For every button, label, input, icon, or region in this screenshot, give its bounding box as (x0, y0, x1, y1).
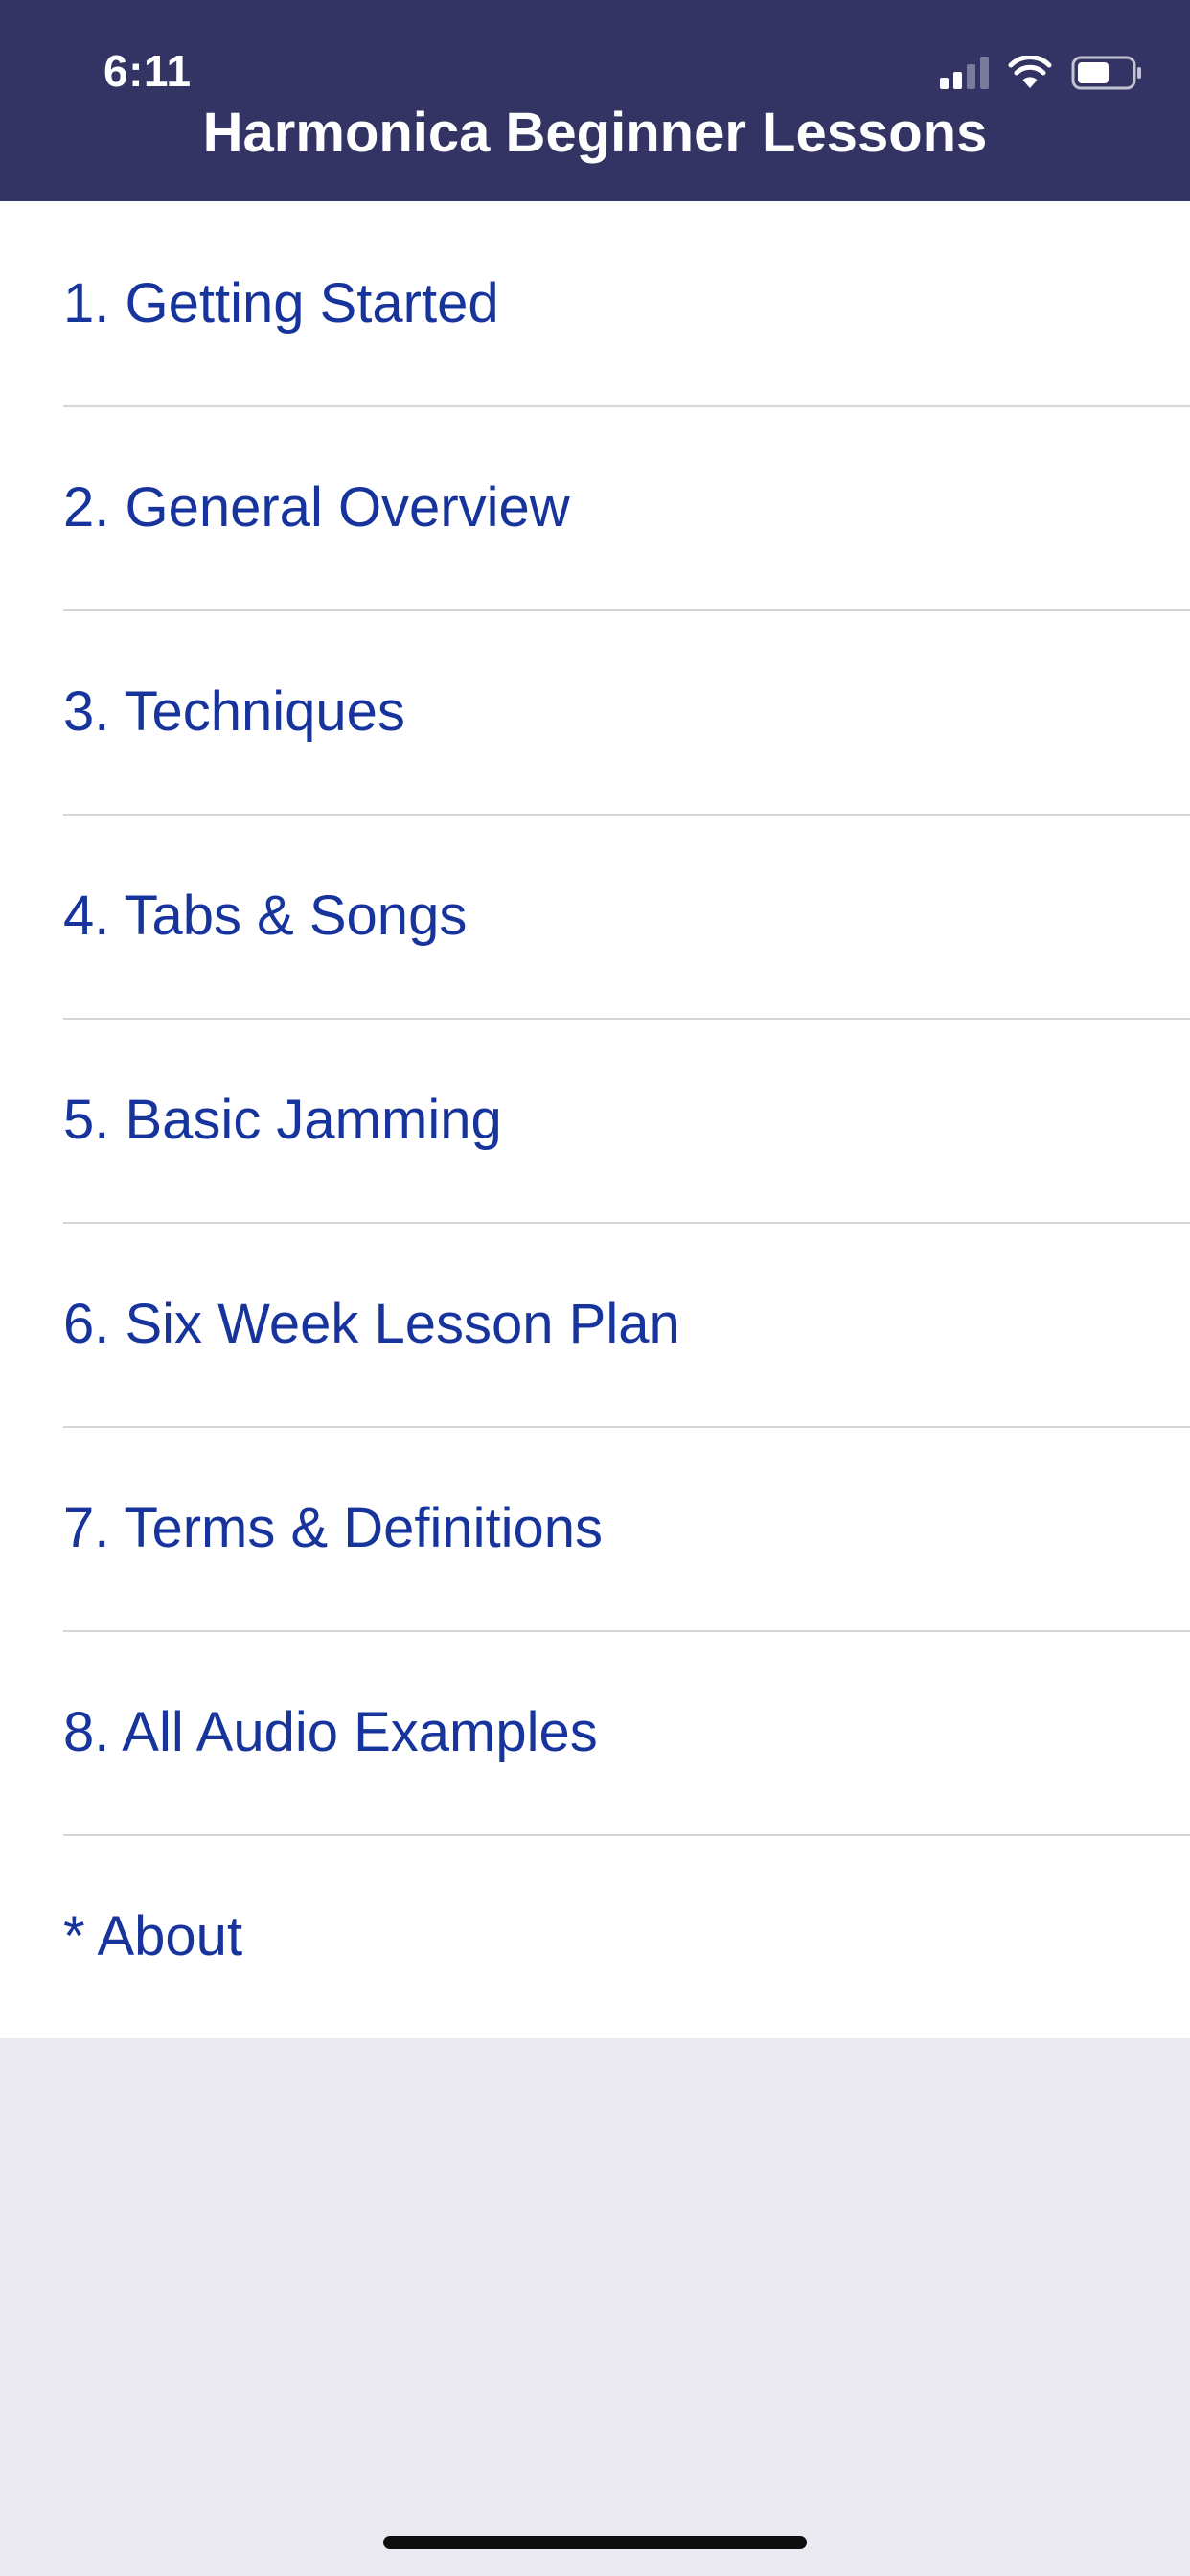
menu-item-label: 2. General Overview (63, 475, 570, 539)
home-indicator[interactable] (383, 2536, 807, 2549)
page-title: Harmonica Beginner Lessons (202, 102, 988, 164)
menu-item-label: 5. Basic Jamming (63, 1088, 502, 1151)
menu-item-techniques[interactable]: 3. Techniques (0, 610, 1190, 814)
menu-item-terms-definitions[interactable]: 7. Terms & Definitions (0, 1426, 1190, 1630)
menu-item-label: * About (63, 1904, 243, 1967)
menu-item-label: 6. Six Week Lesson Plan (63, 1292, 680, 1355)
menu-item-label: 1. Getting Started (63, 271, 499, 334)
menu-item-about[interactable]: * About (0, 1834, 1190, 2038)
status-time: 6:11 (103, 46, 192, 96)
menu-item-basic-jamming[interactable]: 5. Basic Jamming (0, 1018, 1190, 1222)
lesson-menu: 1. Getting Started 2. General Overview 3… (0, 201, 1190, 2038)
menu-item-six-week-lesson-plan[interactable]: 6. Six Week Lesson Plan (0, 1222, 1190, 1426)
cellular-signal-icon (940, 57, 989, 89)
battery-icon (1071, 56, 1141, 90)
navigation-header: 6:11 Harmonica Beginner Lessons (0, 0, 1190, 201)
menu-item-label: 7. Terms & Definitions (63, 1496, 604, 1559)
menu-item-general-overview[interactable]: 2. General Overview (0, 405, 1190, 610)
status-icons (940, 50, 1144, 96)
menu-item-getting-started[interactable]: 1. Getting Started (0, 201, 1190, 405)
menu-item-label: 8. All Audio Examples (63, 1700, 598, 1763)
menu-item-tabs-songs[interactable]: 4. Tabs & Songs (0, 814, 1190, 1018)
menu-item-label: 3. Techniques (63, 679, 405, 743)
menu-item-all-audio-examples[interactable]: 8. All Audio Examples (0, 1630, 1190, 1834)
menu-item-label: 4. Tabs & Songs (63, 884, 468, 947)
wifi-icon (1008, 56, 1052, 88)
